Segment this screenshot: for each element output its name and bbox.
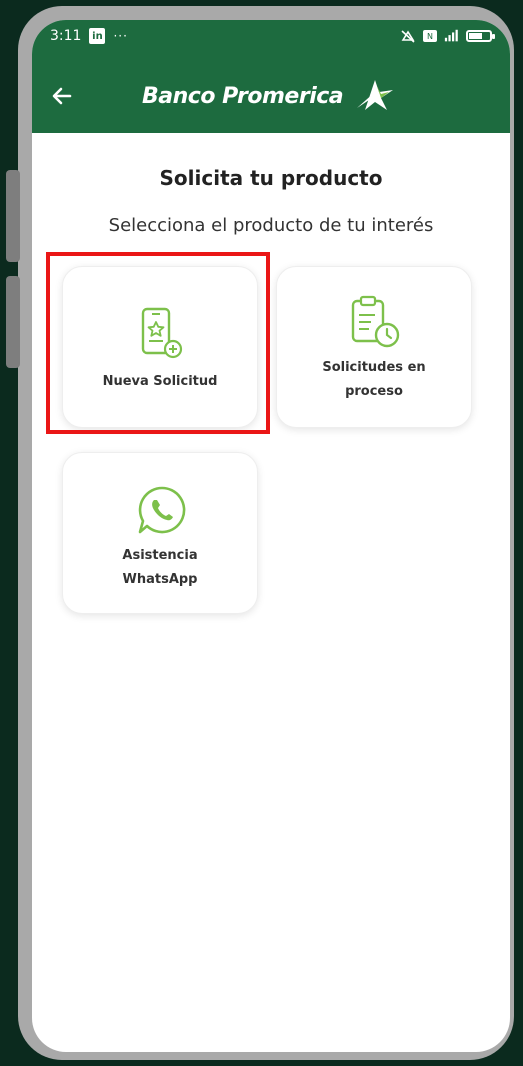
status-bar: 3:11 in ··· N bbox=[50, 22, 495, 50]
highlight-box bbox=[46, 252, 270, 434]
battery-icon bbox=[466, 30, 495, 42]
whatsapp-assistance-card[interactable]: Asistencia WhatsApp bbox=[62, 452, 258, 614]
page-subtitle: Selecciona el producto de tu interés bbox=[108, 215, 434, 236]
status-time: 3:11 bbox=[50, 28, 82, 44]
back-arrow-icon[interactable] bbox=[48, 82, 76, 110]
brand-star-icon bbox=[357, 80, 394, 110]
side-button bbox=[6, 170, 20, 262]
requests-in-process-card[interactable]: Solicitudes en proceso bbox=[276, 266, 472, 428]
linkedin-notification-icon: in bbox=[89, 28, 106, 44]
whatsapp-label-line1: Asistencia bbox=[122, 548, 198, 563]
app-screen: 3:11 in ··· N Banco Promerica Solicita t… bbox=[32, 20, 510, 1052]
whatsapp-label-line2: WhatsApp bbox=[122, 572, 198, 587]
whatsapp-icon bbox=[138, 486, 186, 534]
app-header: 3:11 in ··· N Banco Promerica bbox=[32, 20, 510, 133]
brand-logo: Banco Promerica bbox=[142, 78, 395, 114]
clipboard-clock-icon bbox=[351, 295, 400, 348]
requests-in-process-label-line1: Solicitudes en bbox=[322, 360, 426, 375]
requests-in-process-label-line2: proceso bbox=[345, 384, 403, 399]
side-button bbox=[6, 276, 20, 368]
data-saver-icon: N bbox=[423, 30, 437, 42]
signal-icon bbox=[444, 29, 458, 42]
brand-name: Banco Promerica bbox=[142, 83, 344, 109]
mute-icon bbox=[401, 30, 415, 43]
more-notifications-icon: ··· bbox=[113, 29, 128, 43]
page-title: Solicita tu producto bbox=[159, 166, 383, 190]
svg-text:N: N bbox=[427, 32, 433, 41]
